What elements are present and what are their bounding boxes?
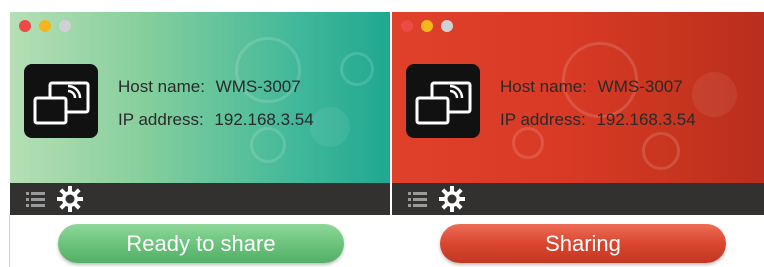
list-icon[interactable] xyxy=(402,183,434,215)
host-name-value: WMS-3007 xyxy=(215,77,301,96)
list-icon[interactable] xyxy=(20,183,52,215)
maximize-window-button[interactable] xyxy=(441,20,453,32)
window-controls xyxy=(19,20,71,32)
host-name-row: Host name: WMS-3007 xyxy=(118,77,301,97)
ip-address-value: 192.168.3.54 xyxy=(214,110,314,129)
sharing-button[interactable]: Sharing xyxy=(440,224,726,263)
ip-address-value: 192.168.3.54 xyxy=(596,110,696,129)
ip-address-label: IP address: xyxy=(118,110,204,129)
ip-address-label: IP address: xyxy=(500,110,586,129)
gear-icon[interactable] xyxy=(54,183,86,215)
minimize-window-button[interactable] xyxy=(421,20,433,32)
host-name-label: Host name: xyxy=(118,77,205,96)
close-window-button[interactable] xyxy=(401,20,413,32)
gear-icon[interactable] xyxy=(436,183,468,215)
host-name-value: WMS-3007 xyxy=(597,77,683,96)
host-name-row: Host name: WMS-3007 xyxy=(500,77,683,97)
window-controls xyxy=(401,20,453,32)
left-edge-divider xyxy=(9,215,10,267)
ip-address-row: IP address: 192.168.3.54 xyxy=(500,110,696,130)
bottom-toolbar xyxy=(10,183,390,215)
host-name-label: Host name: xyxy=(500,77,587,96)
minimize-window-button[interactable] xyxy=(39,20,51,32)
bottom-toolbar xyxy=(392,183,764,215)
maximize-window-button[interactable] xyxy=(59,20,71,32)
screen-mirror-icon xyxy=(24,64,98,138)
app-window-sharing: Host name: WMS-3007 IP address: 192.168.… xyxy=(392,12,764,215)
app-window-ready: Host name: WMS-3007 IP address: 192.168.… xyxy=(10,12,390,215)
ready-to-share-button[interactable]: Ready to share xyxy=(58,224,344,263)
screen-mirror-icon xyxy=(406,64,480,138)
close-window-button[interactable] xyxy=(19,20,31,32)
ip-address-row: IP address: 192.168.3.54 xyxy=(118,110,314,130)
